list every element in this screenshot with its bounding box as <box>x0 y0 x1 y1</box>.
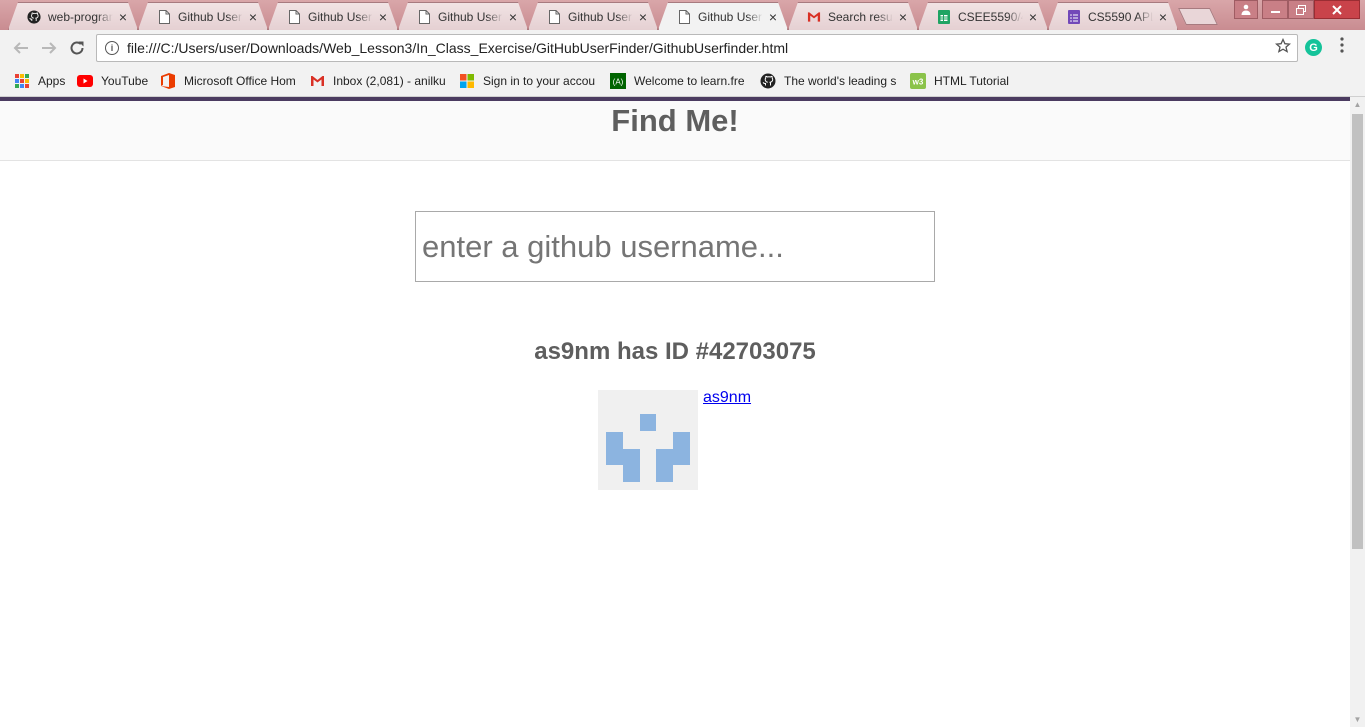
close-icon[interactable]: × <box>637 9 649 25</box>
tab-search-results[interactable]: Search results × <box>788 2 918 30</box>
apps-grid-icon <box>14 73 30 89</box>
avatar <box>598 390 698 490</box>
bookmark-label: Sign in to your accou <box>483 74 596 88</box>
page-content: Find Me! as9nm has ID #42703075 as9nm <box>0 97 1350 727</box>
page-header: Find Me! <box>0 101 1350 161</box>
w3schools-icon: w3 <box>910 73 926 89</box>
page-title: Find Me! <box>611 103 739 138</box>
scroll-down-arrow-icon[interactable]: ▼ <box>1350 712 1365 727</box>
browser-toolbar: i file:///C:/Users/user/Downloads/Web_Le… <box>0 30 1365 65</box>
tab-cs5590-apl[interactable]: CS5590 APL × <box>1048 2 1178 30</box>
identicon-image <box>606 414 690 482</box>
bookmark-html-tutorial[interactable]: w3 HTML Tutorial <box>910 71 1009 91</box>
tab-github-user-finder-active[interactable]: Github User Finder × <box>658 2 788 30</box>
document-icon <box>417 10 431 24</box>
url-text: file:///C:/Users/user/Downloads/Web_Less… <box>127 40 789 56</box>
info-icon[interactable]: i <box>105 41 119 55</box>
reload-icon[interactable] <box>65 36 89 60</box>
close-icon[interactable]: × <box>1027 9 1039 25</box>
tab-title: Github User Finder <box>438 9 503 24</box>
tab-title: CS5590 APL <box>1088 9 1153 24</box>
username-search-input[interactable] <box>415 211 935 282</box>
back-arrow-icon[interactable] <box>9 36 33 60</box>
close-icon[interactable]: × <box>767 9 779 25</box>
tab-title: Github User Finder <box>698 9 763 24</box>
close-icon[interactable]: × <box>507 9 519 25</box>
tab-csee5590[interactable]: CSEE5590/490 × <box>918 2 1048 30</box>
tab-github-user-finder-3[interactable]: Github User Finder × <box>398 2 528 30</box>
close-icon[interactable]: × <box>117 9 129 25</box>
user-profile-icon[interactable] <box>1234 0 1258 19</box>
bookmark-github[interactable]: The world's leading s <box>760 71 897 91</box>
close-icon[interactable]: × <box>1157 9 1169 25</box>
tab-title: CSEE5590/490 <box>958 9 1021 24</box>
bookmark-sign-in[interactable]: Sign in to your accou <box>459 71 597 91</box>
bookmarks-bar: Apps YouTube Microsoft Office Hom Inbox … <box>0 65 1365 97</box>
document-icon <box>157 10 171 24</box>
new-tab-button[interactable] <box>1178 8 1218 25</box>
github-icon <box>27 10 41 24</box>
tab-title: Github User Finder <box>568 9 633 24</box>
restore-icon[interactable] <box>1288 0 1314 19</box>
close-icon[interactable]: × <box>377 9 389 25</box>
tab-title: Search results <box>828 9 893 24</box>
tab-title: Github User Finder <box>308 9 373 24</box>
youtube-icon <box>77 73 93 89</box>
gmail-icon <box>807 10 821 24</box>
forms-icon <box>1067 10 1081 24</box>
close-window-icon[interactable] <box>1314 0 1360 19</box>
close-icon[interactable]: × <box>897 9 909 25</box>
bookmark-label: The world's leading s <box>784 74 897 88</box>
office-icon <box>160 73 176 89</box>
gmail-icon <box>309 73 325 89</box>
bookmark-freecodecamp[interactable]: (A) Welcome to learn.fre <box>610 71 747 91</box>
tab-title: web-programming <box>48 9 109 24</box>
document-icon <box>547 10 561 24</box>
bookmark-apps[interactable]: Apps <box>14 71 65 91</box>
user-id-heading: as9nm has ID #42703075 <box>534 338 816 365</box>
svg-text:w3: w3 <box>912 78 924 87</box>
star-bookmark-icon[interactable] <box>1274 37 1292 59</box>
document-icon <box>287 10 301 24</box>
freecodecamp-icon: (A) <box>610 73 626 89</box>
bookmark-label: Apps <box>38 74 66 88</box>
bookmark-label: HTML Tutorial <box>934 74 1009 88</box>
bookmark-microsoft-office[interactable]: Microsoft Office Hom <box>160 71 298 91</box>
scroll-up-arrow-icon[interactable]: ▲ <box>1350 97 1365 112</box>
bookmark-label: Microsoft Office Hom <box>184 74 296 88</box>
tab-github-user-finder-1[interactable]: Github User Finder × <box>138 2 268 30</box>
grammarly-extension-icon[interactable]: G <box>1305 39 1322 56</box>
bookmark-label: Inbox (2,081) - anilku <box>333 74 446 88</box>
bookmark-label: Welcome to learn.fre <box>634 74 745 88</box>
document-icon <box>677 10 691 24</box>
bookmark-inbox[interactable]: Inbox (2,081) - anilku <box>309 71 446 91</box>
tab-github-user-finder-4[interactable]: Github User Finder × <box>528 2 658 30</box>
tab-web-programming[interactable]: web-programming × <box>8 2 138 30</box>
github-profile-link[interactable]: as9nm <box>703 389 751 407</box>
scrollbar-thumb[interactable] <box>1352 114 1363 549</box>
close-icon[interactable]: × <box>247 9 259 25</box>
svg-text:(A): (A) <box>613 78 624 87</box>
sheets-icon <box>937 10 951 24</box>
vertical-scrollbar[interactable]: ▲ ▼ <box>1350 97 1365 727</box>
tab-github-user-finder-2[interactable]: Github User Finder × <box>268 2 398 30</box>
address-bar[interactable]: i file:///C:/Users/user/Downloads/Web_Le… <box>96 34 1298 62</box>
github-icon <box>760 73 776 89</box>
microsoft-icon <box>459 73 475 89</box>
minimize-icon[interactable] <box>1262 0 1288 19</box>
tab-title: Github User Finder <box>178 9 243 24</box>
bookmark-label: YouTube <box>101 74 149 88</box>
menu-kebab-icon[interactable] <box>1336 37 1348 59</box>
tab-strip: web-programming × Github User Finder × G… <box>0 0 1365 30</box>
forward-arrow-icon[interactable] <box>37 36 61 60</box>
bookmark-youtube[interactable]: YouTube <box>77 71 148 91</box>
